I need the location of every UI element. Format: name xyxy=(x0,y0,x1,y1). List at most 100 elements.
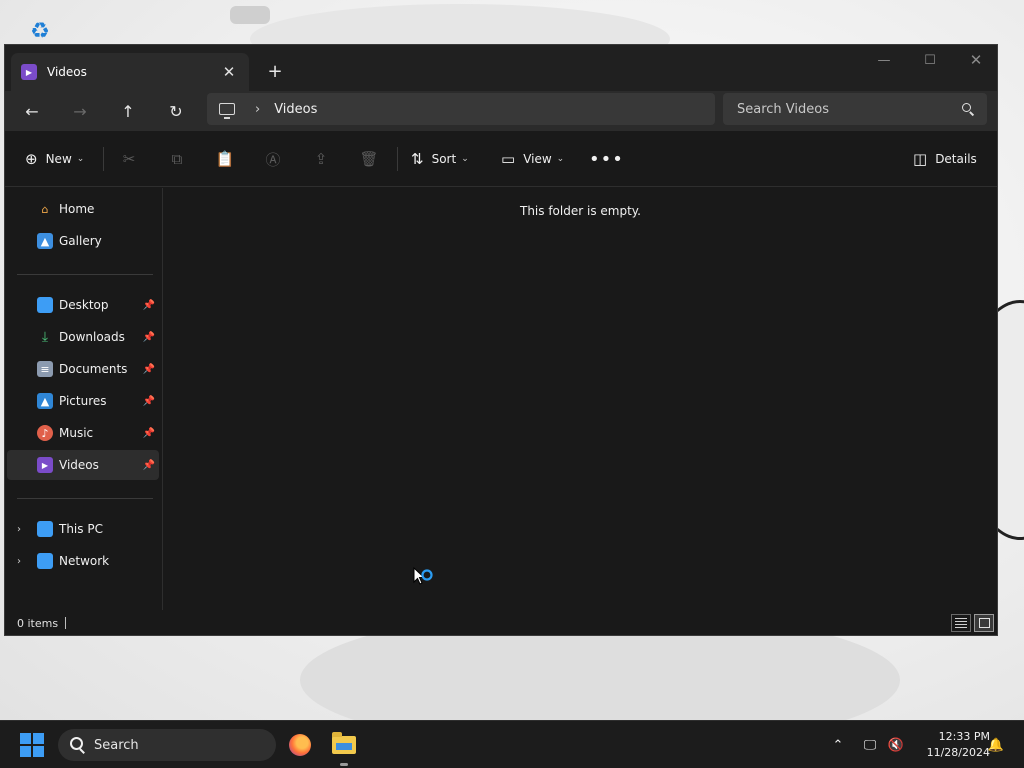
documents-icon: ≡ xyxy=(37,361,53,377)
empty-folder-message: This folder is empty. xyxy=(520,204,641,218)
file-list-area[interactable]: This folder is empty. xyxy=(164,188,997,610)
sidebar-item-this-pc[interactable]: › This PC xyxy=(7,514,159,544)
videos-icon: ▶ xyxy=(37,457,53,473)
search-input[interactable] xyxy=(737,101,961,117)
more-icon: ••• xyxy=(589,148,624,170)
sidebar-item-network[interactable]: › Network xyxy=(7,546,159,576)
pin-icon[interactable]: 📌 xyxy=(143,460,155,471)
cut-button[interactable]: ✂ xyxy=(115,145,143,173)
copy-button[interactable]: ⧉ xyxy=(163,145,191,173)
view-button[interactable]: ▭ View ⌄ xyxy=(501,145,564,173)
status-divider xyxy=(65,617,66,629)
delete-icon: 🗑 xyxy=(359,150,379,168)
breadcrumb-chevron-icon[interactable]: › xyxy=(255,102,260,117)
delete-button[interactable]: 🗑 xyxy=(355,145,383,173)
wallpaper-shape xyxy=(230,6,270,24)
view-label: View xyxy=(523,152,552,166)
videos-folder-icon: ▶ xyxy=(21,64,37,80)
close-tab-icon[interactable]: ✕ xyxy=(219,62,239,82)
sidebar-item-home[interactable]: ⌂ Home xyxy=(7,194,159,224)
running-app-indicator xyxy=(340,763,348,766)
pin-icon[interactable]: 📌 xyxy=(143,364,155,375)
sidebar-item-label: Home xyxy=(59,202,95,216)
new-label: New xyxy=(45,152,72,166)
minimize-button[interactable]: — xyxy=(861,45,907,75)
refresh-button[interactable]: ↻ xyxy=(161,97,191,125)
music-icon: ♪ xyxy=(37,425,53,441)
firefox-taskbar-button[interactable] xyxy=(284,729,316,761)
pin-icon[interactable]: 📌 xyxy=(143,300,155,311)
this-pc-icon xyxy=(219,103,235,119)
breadcrumb-videos[interactable]: Videos xyxy=(274,102,317,117)
expand-chevron-icon[interactable]: › xyxy=(17,524,21,535)
windows-logo-icon xyxy=(33,746,44,757)
sidebar-item-pictures[interactable]: ▲ Pictures 📌 xyxy=(7,386,159,416)
recycle-bin-icon[interactable]: ♻ xyxy=(24,14,56,48)
details-label: Details xyxy=(935,152,977,166)
pin-icon[interactable]: 📌 xyxy=(143,332,155,343)
clock-date: 11/28/2024 xyxy=(926,746,990,759)
up-button[interactable]: ↑ xyxy=(113,97,143,125)
rename-icon: Ⓐ xyxy=(265,150,281,169)
paste-button[interactable]: 📋 xyxy=(211,145,239,173)
windows-logo-icon xyxy=(20,746,31,757)
show-hidden-icons-button[interactable]: ⌃ xyxy=(828,735,848,755)
sidebar-item-label: Gallery xyxy=(59,234,102,248)
chevron-down-icon: ⌄ xyxy=(461,154,469,164)
forward-button[interactable]: → xyxy=(65,97,95,125)
command-bar: ⊕ New ⌄ ✂ ⧉ 📋 Ⓐ ⇪ 🗑 ⇅ Sort ⌄ ▭ View ⌄ ••… xyxy=(5,131,997,187)
volume-muted-icon[interactable]: 🔇 xyxy=(886,735,906,755)
file-explorer-taskbar-button[interactable] xyxy=(328,729,360,761)
this-pc-icon xyxy=(37,521,53,537)
pin-icon[interactable]: 📌 xyxy=(143,396,155,407)
address-bar[interactable]: › Videos xyxy=(207,93,715,125)
file-explorer-icon xyxy=(332,732,356,754)
search-icon xyxy=(70,737,86,753)
sidebar-item-label: Desktop xyxy=(59,298,109,312)
firefox-icon xyxy=(289,734,311,756)
toolbar-divider xyxy=(397,147,398,171)
taskbar-search[interactable]: Search xyxy=(58,729,276,761)
new-tab-button[interactable]: + xyxy=(263,59,287,83)
sidebar-item-label: Documents xyxy=(59,362,128,376)
search-icon[interactable] xyxy=(961,102,975,116)
sidebar-item-videos[interactable]: ▶ Videos 📌 xyxy=(7,450,159,480)
details-view-button[interactable] xyxy=(951,614,971,632)
gallery-icon: ▲ xyxy=(37,233,53,249)
details-view-icon xyxy=(955,618,967,628)
start-button[interactable] xyxy=(20,733,44,757)
taskbar-clock[interactable]: 12:33 PM 11/28/2024 xyxy=(910,729,990,761)
tiles-view-button[interactable] xyxy=(974,614,994,632)
back-button[interactable]: ← xyxy=(17,97,47,125)
sidebar-divider xyxy=(17,498,153,499)
notifications-bell-icon[interactable]: 🔔 xyxy=(986,735,1006,755)
search-box[interactable] xyxy=(723,93,987,125)
new-button[interactable]: ⊕ New ⌄ xyxy=(25,145,84,173)
sidebar-item-label: Videos xyxy=(59,458,99,472)
copy-icon: ⧉ xyxy=(171,150,183,168)
close-window-button[interactable]: ✕ xyxy=(953,45,997,75)
sort-button[interactable]: ⇅ Sort ⌄ xyxy=(411,145,469,173)
sort-label: Sort xyxy=(431,152,457,166)
sidebar-item-downloads[interactable]: ⤓ Downloads 📌 xyxy=(7,322,159,352)
home-icon: ⌂ xyxy=(41,202,49,216)
network-status-icon[interactable]: 🖵 xyxy=(860,735,880,755)
share-icon: ⇪ xyxy=(314,150,328,168)
sidebar-item-documents[interactable]: ≡ Documents 📌 xyxy=(7,354,159,384)
maximize-button[interactable]: ☐ xyxy=(907,45,953,75)
sidebar-item-desktop[interactable]: Desktop 📌 xyxy=(7,290,159,320)
more-options-button[interactable]: ••• xyxy=(589,145,624,173)
expand-chevron-icon[interactable]: › xyxy=(17,556,21,567)
title-bar: ▶ Videos ✕ + — ☐ ✕ xyxy=(5,45,997,91)
details-button[interactable]: ◫ Details xyxy=(913,145,977,173)
windows-logo-icon xyxy=(20,733,31,744)
taskbar: Search ⌃ 🖵 🔇 12:33 PM 11/28/2024 🔔 xyxy=(0,720,1024,768)
tab-videos[interactable]: ▶ Videos ✕ xyxy=(11,53,249,91)
sidebar-item-label: Network xyxy=(59,554,110,568)
item-count: 0 items xyxy=(17,617,59,630)
pin-icon[interactable]: 📌 xyxy=(143,428,155,439)
sidebar-item-music[interactable]: ♪ Music 📌 xyxy=(7,418,159,448)
sidebar-item-gallery[interactable]: ▲ Gallery xyxy=(7,226,159,256)
rename-button[interactable]: Ⓐ xyxy=(259,145,287,173)
share-button[interactable]: ⇪ xyxy=(307,145,335,173)
